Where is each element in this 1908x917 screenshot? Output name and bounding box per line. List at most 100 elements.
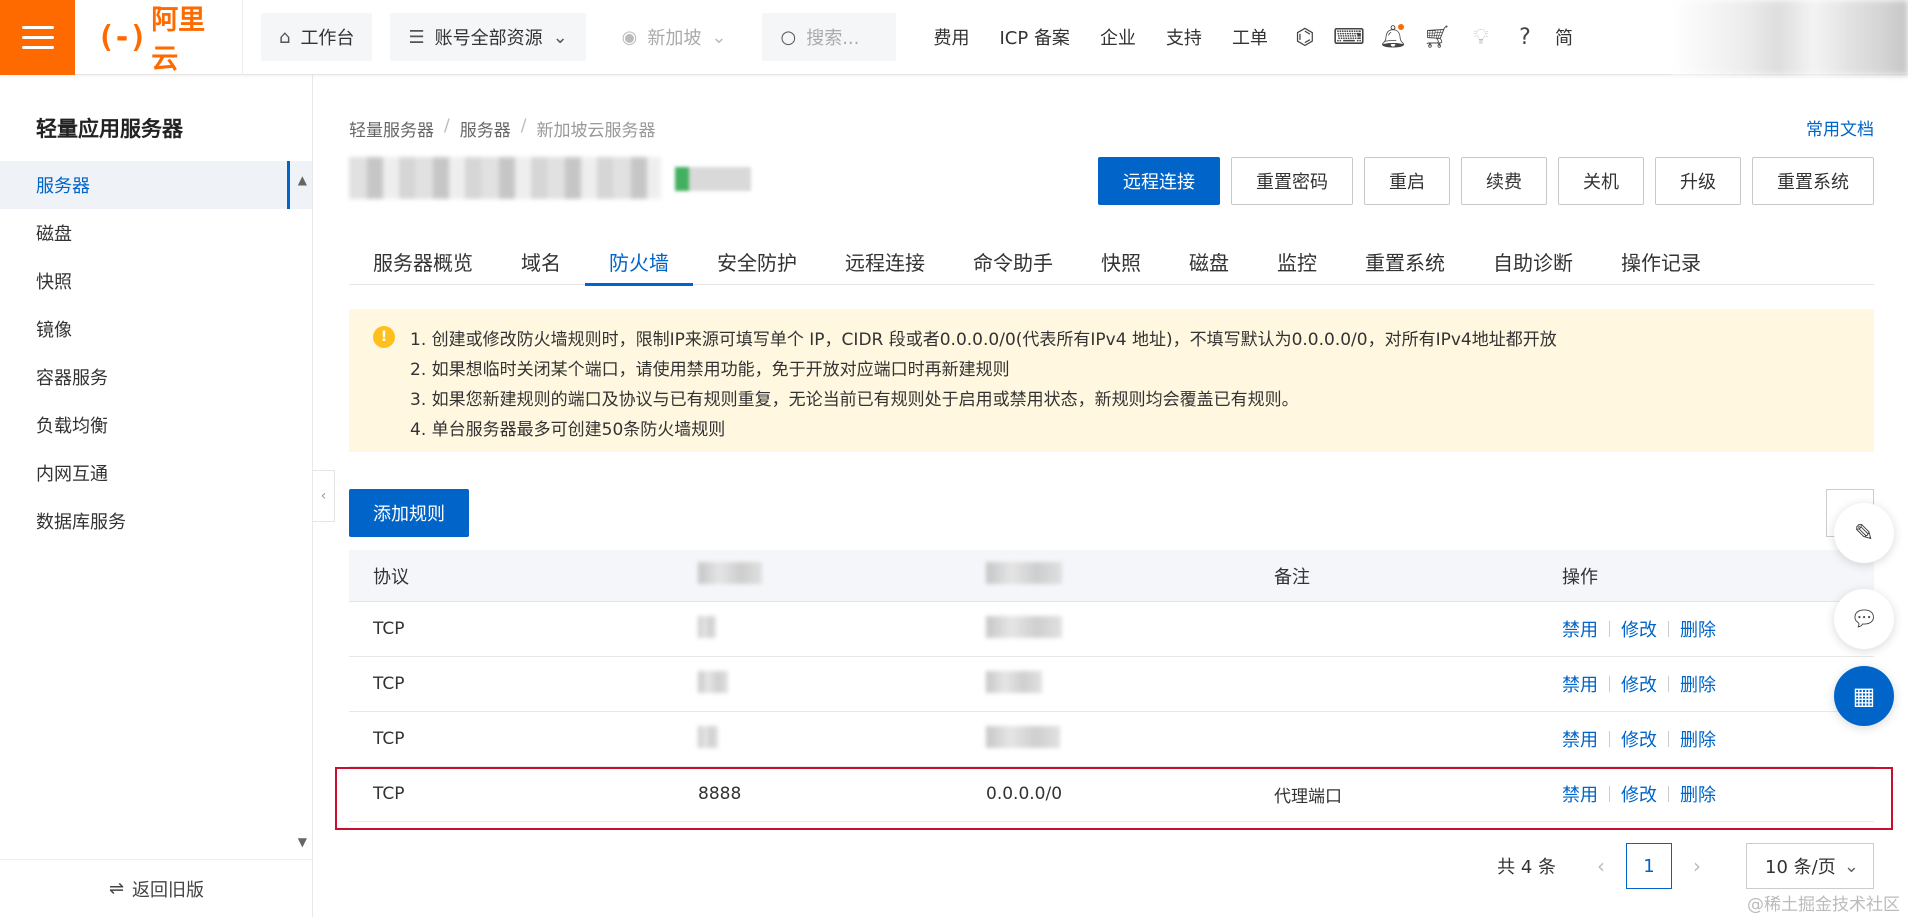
resource-group-select[interactable]: ☰ 账号全部资源 ⌄ (390, 13, 586, 61)
server-actions: 远程连接 重置密码 重启 续费 关机 升级 重置系统 (1098, 157, 1874, 205)
tab-self-diagnosis[interactable]: 自助诊断 (1469, 237, 1597, 285)
cell-ops: 禁用 修改 删除 (1562, 671, 1874, 697)
lightbulb-icon[interactable]: 💡︎ (1459, 15, 1503, 59)
breadcrumb-lightweight[interactable]: 轻量服务器 (349, 116, 434, 141)
notice-line: 1. 创建或修改防火墙规则时，限制IP来源可填写单个 IP，CIDR 段或者0.… (410, 330, 1557, 350)
breadcrumb-separator: / (520, 116, 527, 136)
tab-operation-log[interactable]: 操作记录 (1597, 237, 1725, 285)
cell-source-redacted (986, 725, 1274, 753)
user-account-avatar[interactable] (1673, 0, 1908, 75)
delete-link[interactable]: 删除 (1680, 671, 1716, 697)
sidebar-item-load-balancer[interactable]: 负载均衡 (0, 401, 312, 449)
sidebar-collapse-button[interactable]: ‹ (313, 470, 335, 522)
disable-link[interactable]: 禁用 (1562, 616, 1598, 642)
hamburger-menu-button[interactable] (0, 0, 75, 75)
sidebar-title: 轻量应用服务器 (36, 117, 183, 141)
reset-system-button[interactable]: 重置系统 (1752, 157, 1874, 205)
shutdown-button[interactable]: 关机 (1558, 157, 1644, 205)
page-size-select[interactable]: 10 条/页 ⌄ (1746, 843, 1874, 889)
logo-text: 阿里云 (151, 5, 206, 75)
region-select[interactable]: ◉ 新加坡 ⌄ (604, 13, 745, 61)
restart-button[interactable]: 重启 (1364, 157, 1450, 205)
chevron-down-icon: ⌄ (552, 26, 568, 48)
delete-link[interactable]: 删除 (1680, 616, 1716, 642)
prev-page-button[interactable]: ‹ (1578, 843, 1624, 889)
search-input[interactable]: ○ 搜索... (762, 13, 897, 61)
breadcrumb-current: 新加坡云服务器 (536, 121, 656, 141)
apps-grid-icon: ▦ (1852, 682, 1876, 710)
op-divider (1609, 731, 1610, 747)
tab-firewall[interactable]: 防火墙 (585, 237, 693, 286)
tab-remote-connect[interactable]: 远程连接 (821, 237, 949, 285)
disable-link[interactable]: 禁用 (1562, 781, 1598, 807)
top-link-enterprise[interactable]: 企业 (1085, 24, 1151, 50)
back-to-old-version-button[interactable]: ⇌ 返回旧版 (0, 859, 313, 917)
reset-password-button[interactable]: 重置密码 (1231, 157, 1353, 205)
renew-button[interactable]: 续费 (1461, 157, 1547, 205)
terminal-icon[interactable]: ⌨ (1327, 15, 1371, 59)
remote-connect-button[interactable]: 远程连接 (1098, 157, 1220, 205)
sidebar-item-images[interactable]: 镜像 (0, 305, 312, 353)
sidebar-item-intranet[interactable]: 内网互通 (0, 449, 312, 497)
sidebar-item-servers[interactable]: 服务器 (0, 161, 312, 209)
chat-icon: 💬︎ (1850, 606, 1878, 632)
page-number-button[interactable]: 1 (1626, 843, 1672, 889)
server-status-redacted (675, 167, 751, 191)
upgrade-button[interactable]: 升级 (1655, 157, 1741, 205)
edit-link[interactable]: 修改 (1621, 726, 1657, 752)
chat-button[interactable]: 💬︎ (1834, 589, 1894, 649)
cart-icon[interactable]: 🛒︎ (1415, 15, 1459, 59)
top-link-ticket[interactable]: 工单 (1217, 24, 1283, 50)
tab-monitoring[interactable]: 监控 (1253, 237, 1341, 285)
sidebar-item-containers[interactable]: 容器服务 (0, 353, 312, 401)
aliyun-logo[interactable]: (-) 阿里云 (75, 0, 243, 75)
workbench-button[interactable]: ⌂ 工作台 (261, 13, 373, 61)
delete-link[interactable]: 删除 (1680, 781, 1716, 807)
edit-link[interactable]: 修改 (1621, 671, 1657, 697)
next-page-button[interactable]: › (1674, 843, 1720, 889)
tab-command-assistant[interactable]: 命令助手 (949, 237, 1077, 285)
apps-button[interactable]: ▦ (1834, 666, 1894, 726)
tab-snapshots[interactable]: 快照 (1077, 237, 1165, 285)
sidebar-item-disks[interactable]: 磁盘 (0, 209, 312, 257)
tab-reset-system[interactable]: 重置系统 (1341, 237, 1469, 285)
firewall-notice: ! 1. 创建或修改防火墙规则时，限制IP来源可填写单个 IP，CIDR 段或者… (349, 309, 1874, 452)
top-link-icp[interactable]: ICP 备案 (984, 24, 1084, 50)
warning-icon: ! (373, 326, 395, 348)
sidebar-item-database[interactable]: 数据库服务 (0, 497, 312, 545)
delete-link[interactable]: 删除 (1680, 726, 1716, 752)
scroll-down-icon[interactable]: ▼ (298, 835, 307, 849)
chevron-down-icon: ⌄ (711, 26, 727, 48)
feedback-edit-button[interactable]: ✎ (1834, 503, 1894, 563)
top-link-support[interactable]: 支持 (1151, 24, 1217, 50)
watermark: @稀土掘金技术社区 (1747, 895, 1900, 915)
edit-link[interactable]: 修改 (1621, 781, 1657, 807)
location-pin-icon: ◉ (621, 26, 638, 48)
help-icon[interactable]: ? (1503, 15, 1547, 59)
table-header: 协议 备注 操作 (349, 550, 1874, 602)
cell-port: 8888 (698, 784, 742, 804)
sidebar-item-snapshots[interactable]: 快照 (0, 257, 312, 305)
edit-link[interactable]: 修改 (1621, 616, 1657, 642)
tab-security[interactable]: 安全防护 (693, 237, 821, 285)
cell-source-redacted (986, 615, 1274, 643)
language-switch[interactable]: 简 (1555, 24, 1573, 50)
pencil-icon: ✎ (1853, 519, 1875, 547)
tab-domain[interactable]: 域名 (497, 237, 585, 285)
breadcrumb-servers[interactable]: 服务器 (460, 116, 511, 141)
top-link-fees[interactable]: 费用 (918, 24, 984, 50)
cell-ops: 禁用 修改 删除 (1562, 616, 1874, 642)
header-port (698, 562, 986, 589)
cell-protocol: TCP (373, 784, 405, 804)
home-icon: ⌂ (279, 26, 291, 48)
scroll-up-icon[interactable]: ▲ (298, 173, 307, 187)
tab-overview[interactable]: 服务器概览 (349, 237, 497, 285)
bell-icon[interactable]: 🔔︎ (1371, 15, 1415, 59)
add-rule-button[interactable]: 添加规则 (349, 489, 469, 537)
disable-link[interactable]: 禁用 (1562, 726, 1598, 752)
tab-disks[interactable]: 磁盘 (1165, 237, 1253, 285)
server-name-redacted (349, 157, 661, 199)
disable-link[interactable]: 禁用 (1562, 671, 1598, 697)
ai-assistant-icon[interactable]: ⌬ (1283, 15, 1327, 59)
docs-link[interactable]: 常用文档 (1806, 115, 1874, 140)
